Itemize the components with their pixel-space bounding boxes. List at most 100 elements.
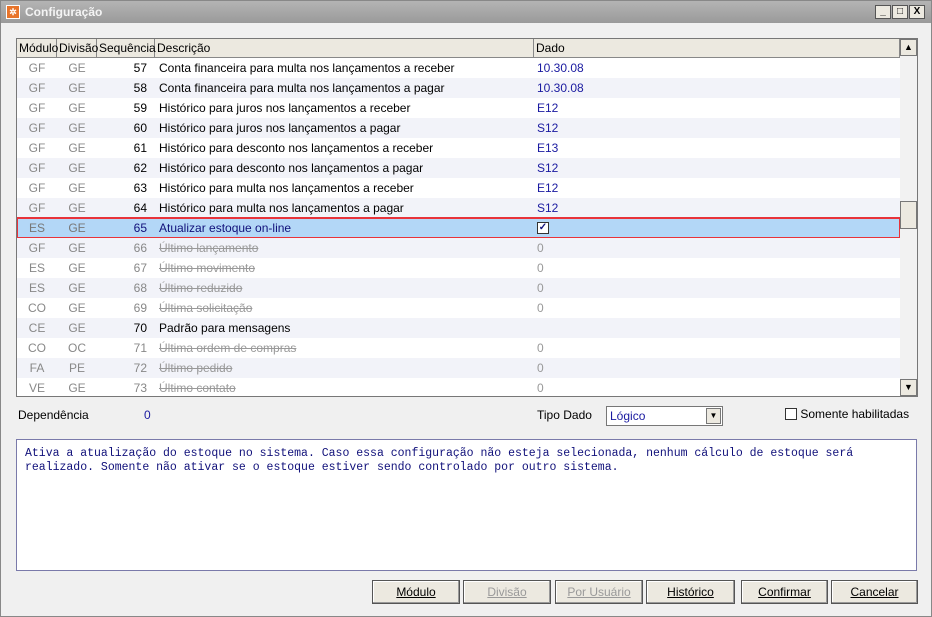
row-sequencia: 71 xyxy=(133,341,147,355)
row-dado: E13 xyxy=(537,141,559,155)
checkbox-icon[interactable] xyxy=(785,407,797,420)
table-row[interactable]: GF GE 66 Último lançamento 0 xyxy=(17,238,900,258)
row-sequencia: 70 xyxy=(133,321,147,335)
scroll-thumb[interactable] xyxy=(900,201,917,229)
scroll-down-icon[interactable]: ▼ xyxy=(900,379,917,396)
row-descricao: Última ordem de compras xyxy=(159,341,297,355)
row-dado: S12 xyxy=(537,161,559,175)
row-modulo: CE xyxy=(28,321,46,335)
table-row[interactable]: ES GE 67 Último movimento 0 xyxy=(17,258,900,278)
row-dado: 0 xyxy=(537,241,544,255)
row-sequencia: 57 xyxy=(133,61,147,75)
row-descricao: Último lançamento xyxy=(159,241,259,255)
row-modulo: CO xyxy=(28,301,46,315)
title-bar: ✲ Configuração _ □ X xyxy=(1,1,931,23)
row-descricao: Histórico para juros nos lançamentos a p… xyxy=(159,121,401,135)
row-sequencia: 73 xyxy=(133,381,147,395)
col-divisao[interactable]: Divisão xyxy=(57,39,98,58)
historico-button[interactable]: Histórico xyxy=(646,580,735,604)
row-dado: S12 xyxy=(537,201,559,215)
table-row[interactable]: GF GE 57 Conta financeira para multa nos la… xyxy=(17,58,900,78)
table-row[interactable]: VE GE 73 Último contato 0 xyxy=(17,378,900,396)
row-descricao: Último contato xyxy=(159,381,236,395)
col-descricao[interactable]: Descrição xyxy=(155,39,534,58)
configuracao-window: ✲ Configuração _ □ X Módulo Divisão Sequ… xyxy=(0,0,932,617)
table-row[interactable]: CO OC 71 Última ordem de compras 0 xyxy=(17,338,900,358)
table-row[interactable]: GF GE 58 Conta financeira para multa nos la… xyxy=(17,78,900,98)
row-modulo: ES xyxy=(28,261,45,275)
row-descricao: Histórico para desconto nos lançamentos … xyxy=(159,141,434,155)
table-row[interactable]: GF GE 62 Histórico para desconto nos lançam… xyxy=(17,158,900,178)
tipo-dado-label: Tipo Dado xyxy=(537,408,592,422)
row-descricao: Histórico para multa nos lançamentos a p… xyxy=(159,201,404,215)
row-sequencia: 67 xyxy=(133,261,147,275)
row-sequencia: 59 xyxy=(133,101,147,115)
row-divisao: GE xyxy=(68,61,86,75)
row-divisao: GE xyxy=(68,281,86,295)
row-divisao: PE xyxy=(68,361,85,375)
row-divisao: GE xyxy=(68,381,86,395)
tipo-dado-select[interactable]: Lógico ▼ xyxy=(606,406,723,426)
row-dado: 0 xyxy=(537,261,544,275)
row-modulo: GF xyxy=(28,201,46,215)
checkbox-checked-icon[interactable]: ✓ xyxy=(537,221,549,234)
row-divisao: GE xyxy=(68,321,86,335)
modulo-button[interactable]: Módulo xyxy=(372,580,460,604)
maximize-button[interactable]: □ xyxy=(892,5,908,19)
row-sequencia: 69 xyxy=(133,301,147,315)
row-dado: 0 xyxy=(537,281,544,295)
table-row-selected[interactable]: ES GE 65 Atualizar estoque on-line ✓ xyxy=(17,217,901,239)
table-row[interactable]: GF GE 64 Histórico para multa nos lançament… xyxy=(17,198,900,218)
row-sequencia: 72 xyxy=(133,361,147,375)
scroll-up-icon[interactable]: ▲ xyxy=(900,39,917,56)
table-row[interactable]: GF GE 59 Histórico para juros nos lançament… xyxy=(17,98,900,118)
vertical-scrollbar[interactable]: ▲ ▼ xyxy=(900,39,917,396)
config-grid: Módulo Divisão Sequência Descrição Dado … xyxy=(16,38,918,397)
dependencia-label: Dependência xyxy=(18,408,89,422)
row-divisao: GE xyxy=(68,161,86,175)
row-dado: 0 xyxy=(537,381,544,395)
row-divisao: GE xyxy=(68,201,86,215)
divisao-button[interactable]: Divisão xyxy=(463,580,551,604)
table-row[interactable]: CO GE 69 Última solicitação 0 xyxy=(17,298,900,318)
col-modulo[interactable]: Módulo xyxy=(17,39,58,58)
table-row[interactable]: GF GE 60 Histórico para juros nos lançament… xyxy=(17,118,900,138)
row-sequencia: 58 xyxy=(133,81,147,95)
col-sequencia[interactable]: Sequência xyxy=(97,39,156,58)
cancelar-button[interactable]: Cancelar xyxy=(831,580,918,604)
col-dado[interactable]: Dado xyxy=(534,39,900,58)
row-dado: E12 xyxy=(537,181,559,195)
row-modulo: ES xyxy=(28,281,45,295)
row-dado: S12 xyxy=(537,121,559,135)
dependencia-value: 0 xyxy=(144,408,151,422)
row-modulo: GF xyxy=(28,181,46,195)
row-sequencia: 61 xyxy=(133,141,147,155)
table-row[interactable]: GF GE 61 Histórico para desconto nos lançam… xyxy=(17,138,900,158)
table-row[interactable]: ES GE 68 Último reduzido 0 xyxy=(17,278,900,298)
row-descricao: Conta financeira para multa nos lançamen… xyxy=(159,81,445,95)
row-modulo: GF xyxy=(28,161,46,175)
row-descricao: Histórico para multa nos lançamentos a r… xyxy=(159,181,414,195)
somente-habilitadas-checkbox[interactable]: Somente habilitadas xyxy=(785,407,909,421)
por-usuario-button[interactable]: Por Usuário xyxy=(555,580,643,604)
row-descricao: Último movimento xyxy=(159,261,256,275)
description-box[interactable]: Ativa a atualização do estoque no sistem… xyxy=(16,439,917,571)
close-button[interactable]: X xyxy=(909,5,925,19)
confirmar-button[interactable]: Confirmar xyxy=(741,580,828,604)
row-modulo: ES xyxy=(28,221,45,235)
row-sequencia: 65 xyxy=(133,221,147,235)
minimize-button[interactable]: _ xyxy=(875,5,891,19)
row-descricao: Histórico para desconto nos lançamentos … xyxy=(159,161,424,175)
row-divisao: GE xyxy=(68,81,86,95)
row-divisao: OC xyxy=(68,341,86,355)
table-row[interactable]: FA PE 72 Último pedido 0 xyxy=(17,358,900,378)
chevron-down-icon[interactable]: ▼ xyxy=(706,408,721,424)
table-row[interactable]: GF GE 63 Histórico para multa nos lançament… xyxy=(17,178,900,198)
table-row[interactable]: CE GE 70 Padrão para mensagens xyxy=(17,318,900,338)
row-descricao: Padrão para mensagens xyxy=(159,321,291,335)
row-divisao: GE xyxy=(68,261,86,275)
row-modulo: FA xyxy=(29,361,45,375)
row-sequencia: 62 xyxy=(133,161,147,175)
row-sequencia: 66 xyxy=(133,241,147,255)
row-descricao: Última solicitação xyxy=(159,301,253,315)
